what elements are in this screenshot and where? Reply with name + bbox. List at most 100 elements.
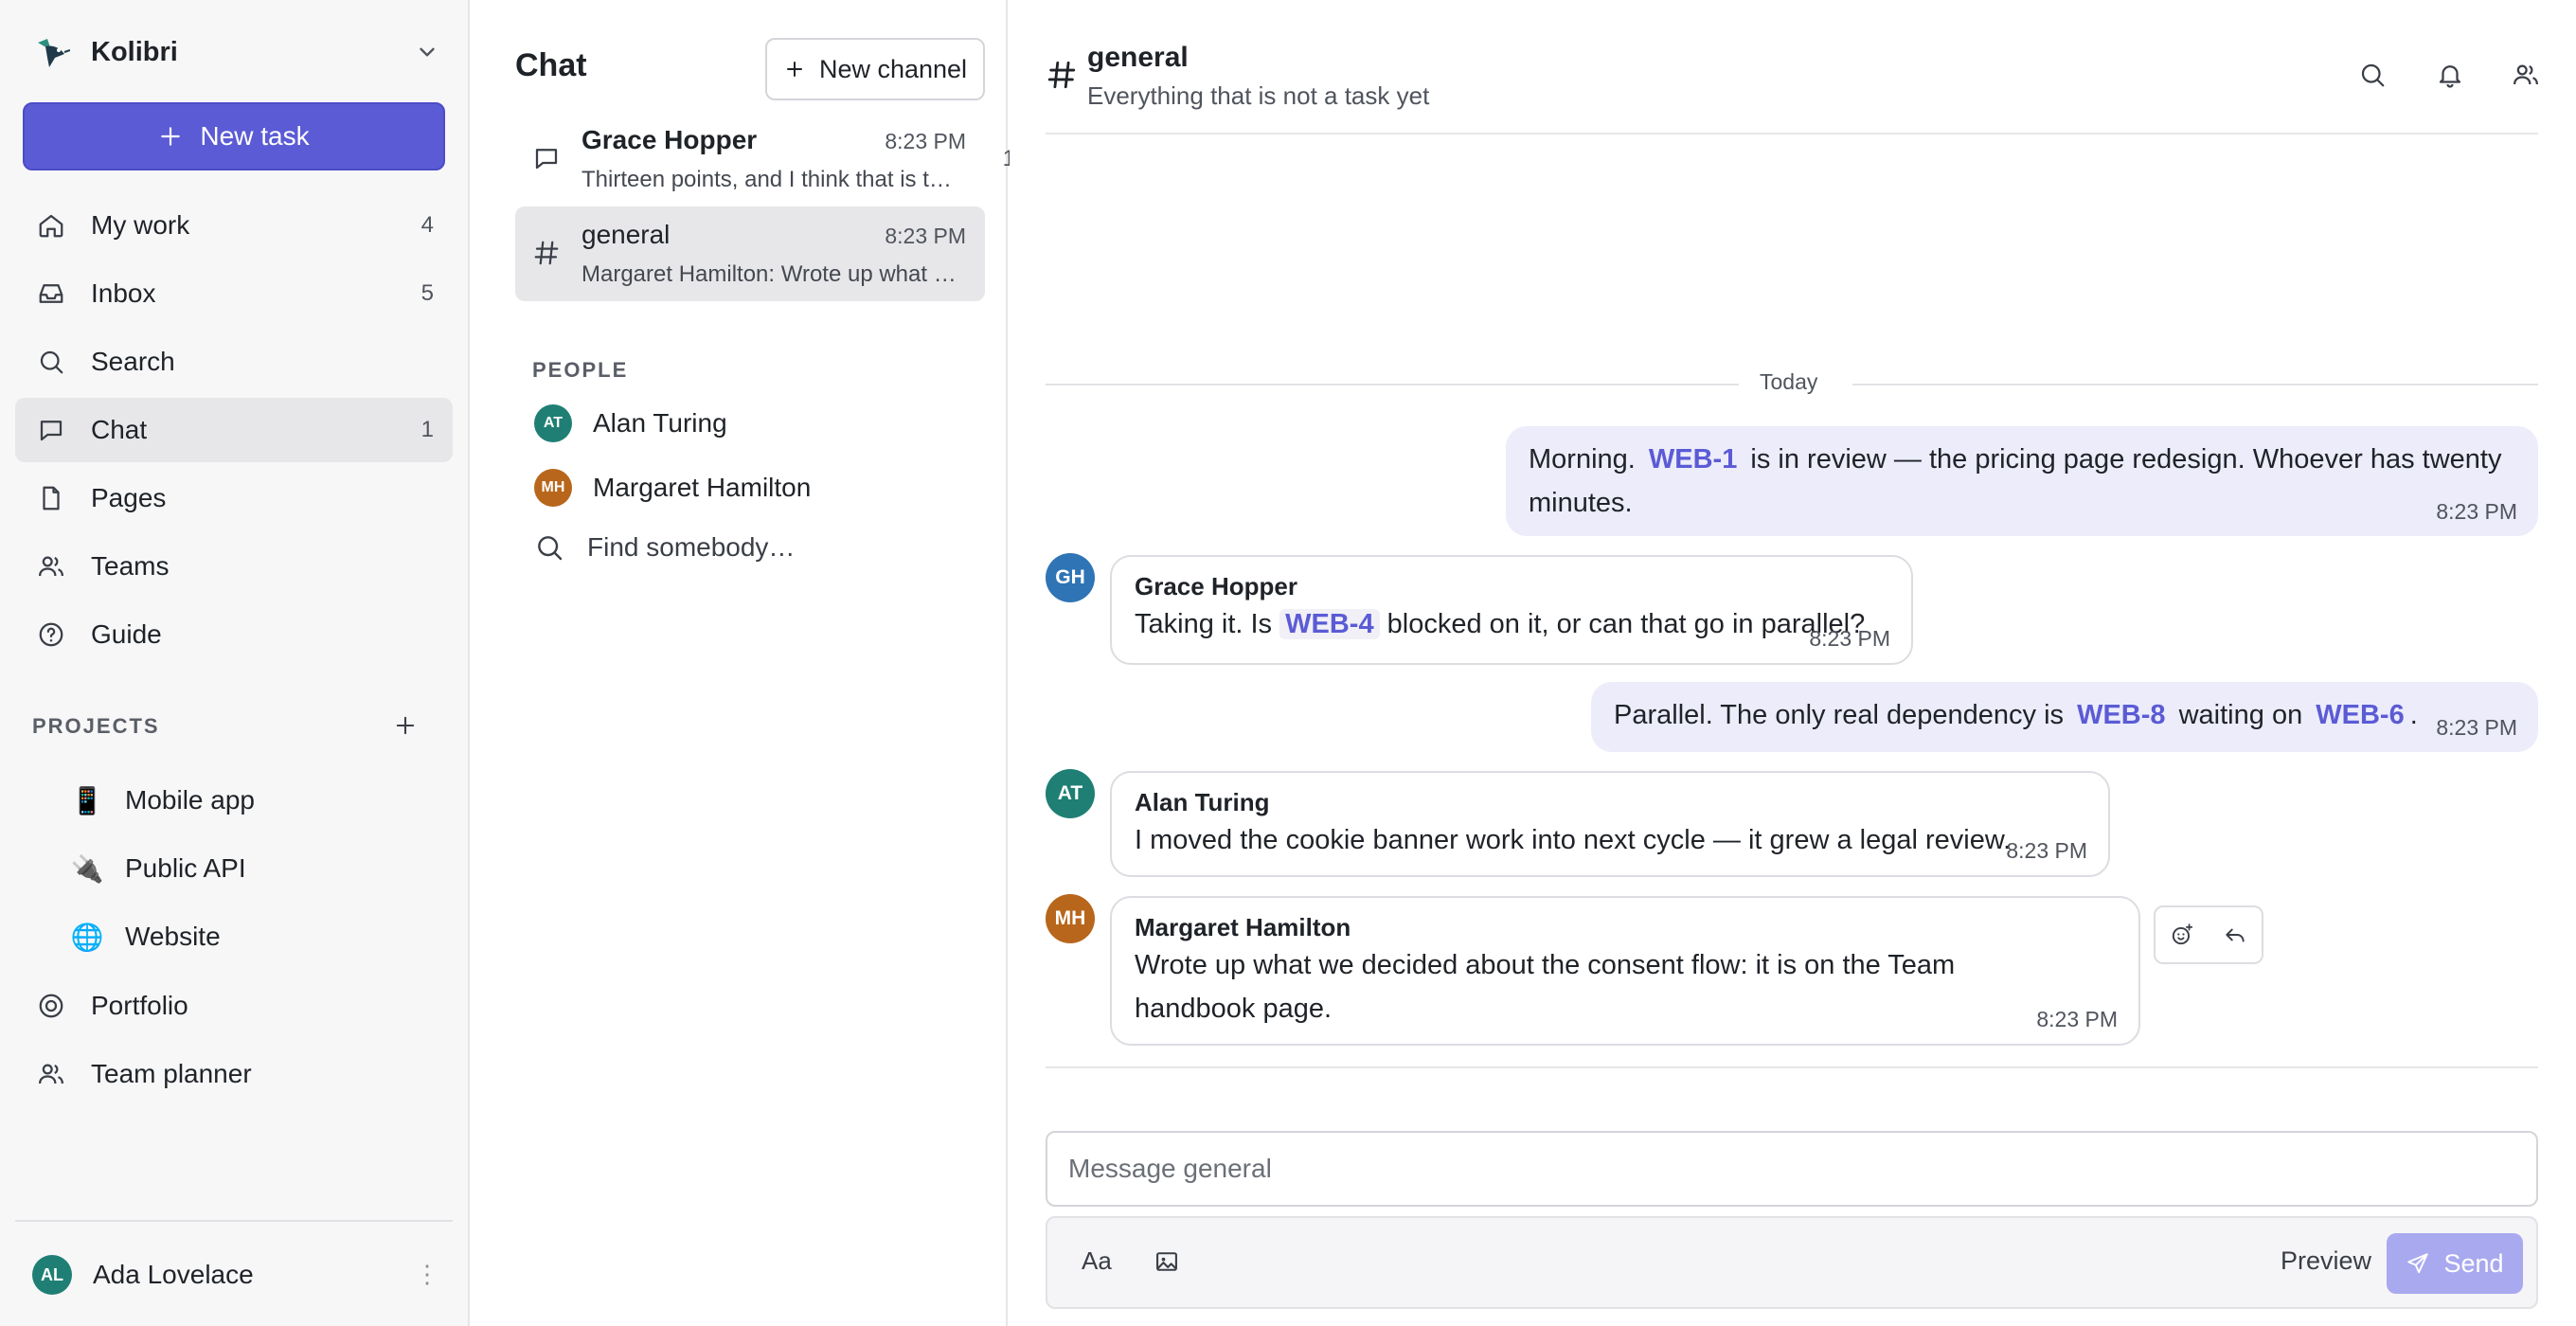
find-person-button[interactable]: Find somebody… — [534, 532, 795, 563]
message-text: Taking it. Is — [1135, 609, 1273, 639]
project-label: Public API — [125, 853, 246, 883]
nav-item-guide[interactable]: Guide — [15, 602, 453, 667]
nav-item-inbox[interactable]: Inbox 5 — [15, 261, 453, 326]
nav-item-pages[interactable]: Pages — [15, 466, 453, 530]
image-icon[interactable] — [1154, 1248, 1180, 1275]
message-text: Parallel. The only real dependency is — [1614, 700, 2065, 730]
plus-icon — [161, 127, 181, 146]
more-options-icon[interactable]: ⋮ — [415, 1260, 439, 1289]
message-text: waiting on — [2178, 700, 2303, 730]
nav-item-teams[interactable]: Teams — [15, 534, 453, 599]
message-own[interactable]: Parallel. The only real dependency is WE… — [1591, 682, 2538, 752]
conversation-grace-hopper[interactable]: Grace Hopper 8:23 PM Thirteen points, an… — [515, 112, 1015, 206]
avatar: AL — [32, 1255, 72, 1295]
channel-panel: general Everything that is not a task ye… — [1010, 0, 2576, 1326]
issue-link[interactable]: WEB-1 — [1643, 444, 1743, 475]
target-icon — [36, 991, 66, 1021]
avatar[interactable]: GH — [1046, 553, 1095, 602]
teams-icon — [36, 551, 66, 582]
message-text: Morning. — [1529, 444, 1636, 475]
nav-label: Teams — [91, 551, 170, 581]
search-icon[interactable] — [2358, 61, 2387, 89]
nav-label: Pages — [91, 483, 167, 512]
person-margaret-hamilton[interactable]: MH Margaret Hamilton — [534, 464, 811, 511]
message-time: 8:23 PM — [1809, 626, 1890, 651]
nav-item-portfolio[interactable]: Portfolio — [15, 974, 453, 1038]
issue-link[interactable]: WEB-4 — [1279, 609, 1380, 639]
user-menu[interactable]: AL Ada Lovelace ⋮ — [32, 1252, 439, 1298]
nav-count: 5 — [420, 280, 434, 306]
issue-link[interactable]: WEB-8 — [2071, 700, 2171, 730]
person-name: Margaret Hamilton — [593, 473, 812, 502]
reply-icon[interactable] — [2223, 923, 2247, 947]
globe-icon: 🌐 — [70, 922, 104, 952]
conversation-name: Grace Hopper — [581, 125, 758, 154]
bell-icon[interactable] — [2436, 61, 2464, 89]
avatar[interactable]: MH — [1046, 894, 1095, 943]
conversation-preview: Margaret Hamilton: Wrote up what we deci… — [581, 261, 960, 287]
message-text: I moved the cookie banner work into next… — [1135, 825, 2012, 855]
new-channel-label: New channel — [818, 54, 968, 83]
nav-count: 1 — [420, 417, 434, 442]
avatar: AT — [534, 404, 572, 442]
conversation-time: 8:23 PM — [885, 224, 966, 248]
nav-label: My work — [91, 210, 190, 240]
conversation-preview: Thirteen points, and I think that is the… — [581, 167, 960, 192]
message-own[interactable]: Morning. WEB-1 is in review — the pricin… — [1506, 426, 2538, 536]
message-grace-hopper[interactable]: Grace Hopper Taking it. Is WEB-4 blocked… — [1110, 555, 1913, 665]
preview-button[interactable]: Preview — [2281, 1246, 2371, 1276]
members-icon[interactable] — [2512, 61, 2540, 89]
nav-label: Guide — [91, 619, 162, 649]
day-separator-label: Today — [1748, 369, 1830, 395]
project-item-website[interactable]: 🌐 Website — [57, 907, 453, 966]
page-icon — [36, 483, 66, 513]
message-alan-turing[interactable]: Alan Turing I moved the cookie banner wo… — [1110, 771, 2110, 877]
workspace-switcher[interactable]: Kolibri — [32, 30, 439, 74]
sidebar: Kolibri New task My work 4 Inbox 5 Searc… — [0, 0, 470, 1326]
avatar: MH — [534, 469, 572, 507]
nav-label: Portfolio — [91, 991, 188, 1020]
composer-toolbar: Aa Preview Send — [1046, 1216, 2538, 1309]
send-icon — [2407, 1253, 2429, 1274]
nav-item-search[interactable]: Search — [15, 330, 453, 394]
message-time: 8:23 PM — [2436, 499, 2517, 524]
conversation-general[interactable]: general 8:23 PM Margaret Hamilton: Wrote… — [515, 206, 985, 301]
add-reaction-icon[interactable] — [2170, 923, 2194, 947]
project-item-mobile-app[interactable]: 📱 Mobile app — [57, 771, 453, 830]
people-heading: PEOPLE — [532, 358, 629, 382]
new-channel-button[interactable]: New channel — [765, 38, 985, 100]
plug-icon: 🔌 — [70, 853, 104, 884]
person-alan-turing[interactable]: AT Alan Turing — [534, 400, 727, 447]
separator-line — [1046, 384, 1739, 385]
format-text-button[interactable]: Aa — [1082, 1246, 1112, 1276]
header-divider — [1046, 133, 2538, 134]
nav-item-chat[interactable]: Chat 1 — [15, 398, 453, 462]
add-project-icon[interactable] — [392, 712, 419, 739]
chat-list-panel: Chat New channel Grace Hopper 8:23 PM Th… — [472, 0, 1015, 1326]
channel-name: general — [1087, 42, 1189, 73]
nav-count: 4 — [420, 212, 434, 238]
separator-line — [1852, 384, 2538, 385]
new-task-button[interactable]: New task — [23, 102, 445, 170]
message-input[interactable] — [1046, 1131, 2538, 1207]
chat-icon — [36, 415, 66, 445]
avatar[interactable]: AT — [1046, 769, 1095, 818]
project-item-public-api[interactable]: 🔌 Public API — [57, 839, 453, 898]
nav-item-team-planner[interactable]: Team planner — [15, 1042, 453, 1106]
message-margaret-hamilton[interactable]: Margaret Hamilton Wrote up what we decid… — [1110, 896, 2140, 1046]
message-actions — [2154, 905, 2263, 964]
inbox-icon — [36, 278, 66, 309]
message-author: Grace Hopper — [1135, 572, 1297, 600]
conversation-name: general — [581, 220, 671, 249]
day-separator: Today — [1046, 369, 2538, 398]
hash-icon — [1047, 61, 1076, 89]
send-label: Send — [2443, 1248, 2504, 1278]
new-task-label: New task — [200, 121, 310, 151]
issue-link[interactable]: WEB-6 — [2310, 700, 2409, 730]
person-name: Alan Turing — [593, 408, 727, 438]
messages-divider — [1046, 1066, 2538, 1068]
search-icon — [538, 536, 563, 561]
nav-label: Chat — [91, 415, 148, 444]
send-button[interactable]: Send — [2387, 1233, 2523, 1294]
nav-item-my-work[interactable]: My work 4 — [15, 193, 453, 258]
